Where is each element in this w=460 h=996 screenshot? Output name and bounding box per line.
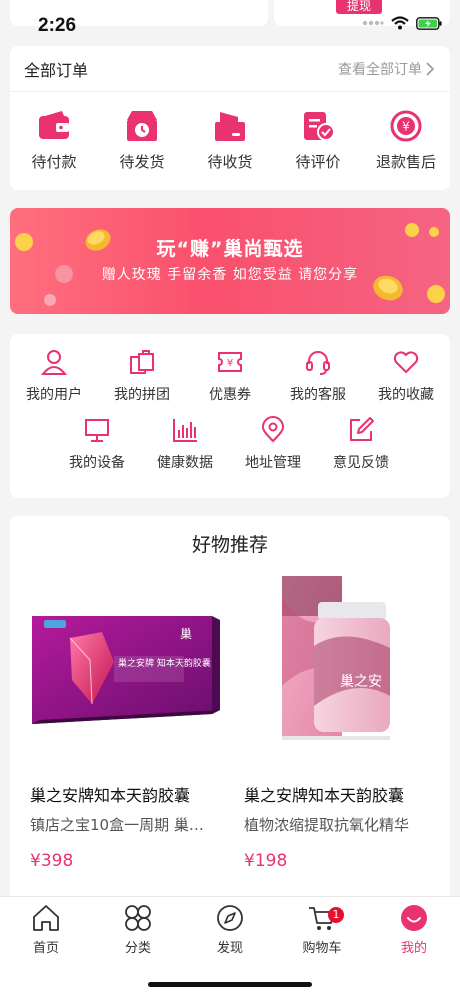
tab-cart[interactable]: 1 购物车 [282, 903, 362, 956]
order-pending-receipt-label: 待收货 [207, 153, 253, 171]
product-description: 植物浓缩提取抗氧化精华 [244, 816, 410, 834]
location-pin-icon [261, 416, 285, 443]
order-refund-label: 退款售后 [375, 153, 436, 171]
order-pending-shipment-label: 待发货 [119, 153, 165, 171]
product-image: 巢之安 [282, 576, 390, 740]
status-icons [362, 16, 442, 30]
product-card[interactable]: 巢之安牌 知本天韵胶囊 巢 巢之安牌知本天韵胶囊 镇店之宝10盒一周期 巢之安 … [30, 576, 230, 871]
product-image: 巢之安牌 知本天韵胶囊 巢 [32, 616, 220, 724]
service-health-data-label: 健康数据 [157, 455, 213, 471]
svg-text:¥: ¥ [402, 120, 410, 134]
profile-smile-icon [401, 905, 427, 931]
user-icon [40, 350, 68, 375]
svg-text:巢: 巢 [180, 627, 192, 641]
tab-home[interactable]: 首页 [6, 903, 86, 956]
service-coupons-label: 优惠券 [209, 387, 251, 403]
recommendations-title: 好物推荐 [191, 534, 268, 556]
inbox-tray-icon [215, 112, 245, 141]
status-bar: 2:26 [0, 0, 460, 44]
order-refund-after-sale[interactable]: ¥ 退款售后 [363, 108, 449, 172]
service-my-users-label: 我的用户 [26, 387, 82, 403]
order-pending-shipment[interactable]: 待发货 [99, 108, 185, 172]
service-favorites-label: 我的收藏 [378, 387, 434, 403]
wifi-icon [391, 16, 409, 30]
service-coupons[interactable]: ¥ 优惠券 [187, 348, 273, 404]
tab-list: 首页 分类 发现 1 购物车 我的 [0, 897, 460, 956]
group-bag-icon [130, 350, 154, 374]
svg-text:¥: ¥ [227, 358, 233, 369]
orders-header: 全部订单 查看全部订单 [10, 46, 450, 92]
service-address-management[interactable]: 地址管理 [230, 416, 316, 472]
tab-home-label: 首页 [32, 941, 59, 956]
tab-cart-label: 购物车 [302, 941, 342, 956]
tab-discover[interactable]: 发现 [190, 903, 270, 956]
product-card[interactable]: 巢之安 巢之安牌知本天韵胶囊 植物浓缩提取抗氧化精华 ¥198 [244, 576, 444, 871]
recommendations-card: 好物推荐 巢之安牌 知本天韵胶囊 巢 巢之安牌知本天韵胶囊 镇店之宝10盒一周期… [10, 516, 450, 906]
product-box-text: 巢之安 [340, 674, 382, 690]
service-my-group-buy[interactable]: 我的拼团 [99, 348, 185, 404]
chevron-right-icon [426, 61, 434, 76]
service-address-management-label: 地址管理 [245, 455, 301, 471]
order-pending-review-label: 待评价 [295, 153, 341, 171]
headset-icon [306, 351, 330, 375]
bottom-tab-bar: 首页 分类 发现 1 购物车 我的 [0, 896, 460, 996]
service-my-devices-label: 我的设备 [69, 455, 125, 471]
home-indicator[interactable] [148, 982, 312, 987]
cart-count-badge: 1 [328, 907, 344, 923]
order-pending-review[interactable]: 待评价 [275, 108, 361, 172]
product-description: 镇店之宝10盒一周期 巢之安 [30, 816, 206, 834]
view-all-orders-label: 查看全部订单 [338, 61, 422, 78]
service-my-devices[interactable]: 我的设备 [54, 416, 140, 472]
service-favorites[interactable]: 我的收藏 [363, 348, 449, 404]
grid-category-icon [125, 905, 151, 931]
wallet-icon [39, 111, 69, 139]
service-my-group-buy-label: 我的拼团 [114, 387, 170, 403]
tab-category-label: 分类 [124, 941, 151, 956]
tab-mine-label: 我的 [400, 941, 427, 956]
service-customer-support-label: 我的客服 [290, 387, 346, 403]
services-card: 我的用户 我的拼团 ¥ 优惠券 我的客服 我的收藏 我的设备 健康数据 地址管理… [10, 334, 450, 498]
signal-dots-icon [362, 20, 384, 26]
product-price: ¥198 [244, 851, 288, 871]
compass-icon [217, 905, 243, 931]
service-my-users[interactable]: 我的用户 [11, 348, 97, 404]
monitor-icon [85, 419, 109, 442]
order-status-row: 待付款 待发货 待收货 待评价 ¥ 退款售后 [10, 92, 450, 172]
edit-icon [350, 417, 374, 441]
service-customer-support[interactable]: 我的客服 [275, 348, 361, 404]
order-pending-payment-label: 待付款 [31, 153, 77, 171]
services-row-2: 我的设备 健康数据 地址管理 意见反馈 [10, 416, 450, 472]
banner-title: 玩“赚”巢尚甄选 [156, 238, 304, 260]
order-pending-payment[interactable]: 待付款 [11, 108, 97, 172]
product-price: ¥398 [30, 851, 74, 871]
battery-charging-icon [416, 16, 442, 30]
refund-yen-icon: ¥ [390, 110, 422, 142]
tab-discover-label: 发现 [216, 941, 243, 956]
package-clock-icon [127, 111, 157, 141]
review-clipboard-icon [304, 112, 335, 141]
tab-category[interactable]: 分类 [98, 903, 178, 956]
tab-mine[interactable]: 我的 [374, 903, 454, 956]
view-all-orders-link[interactable]: 查看全部订单 [338, 59, 434, 79]
orders-title: 全部订单 [24, 60, 89, 80]
banner-subtitle: 赠人玫瑰 手留余香 如您受益 请您分享 [101, 267, 359, 283]
share-earn-banner[interactable]: 玩“赚”巢尚甄选 赠人玫瑰 手留余香 如您受益 请您分享 [10, 208, 450, 314]
heart-icon [393, 351, 419, 373]
bar-chart-icon [173, 419, 197, 442]
order-pending-receipt[interactable]: 待收货 [187, 108, 273, 172]
services-row-1: 我的用户 我的拼团 ¥ 优惠券 我的客服 我的收藏 [10, 334, 450, 404]
service-health-data[interactable]: 健康数据 [142, 416, 228, 472]
coupon-icon: ¥ [218, 352, 242, 372]
gold-coins-decoration [15, 223, 445, 306]
product-name: 巢之安牌知本天韵胶囊 [244, 786, 405, 805]
service-feedback-label: 意见反馈 [333, 455, 389, 471]
product-box-text: 巢之安牌 知本天韵胶囊 [118, 657, 211, 669]
home-icon [33, 905, 59, 931]
service-feedback[interactable]: 意见反馈 [318, 416, 404, 472]
status-time: 2:26 [38, 15, 77, 36]
product-name: 巢之安牌知本天韵胶囊 [30, 786, 191, 805]
orders-card: 全部订单 查看全部订单 待付款 待发货 待收货 待评价 ¥ 退款售后 [10, 46, 450, 190]
